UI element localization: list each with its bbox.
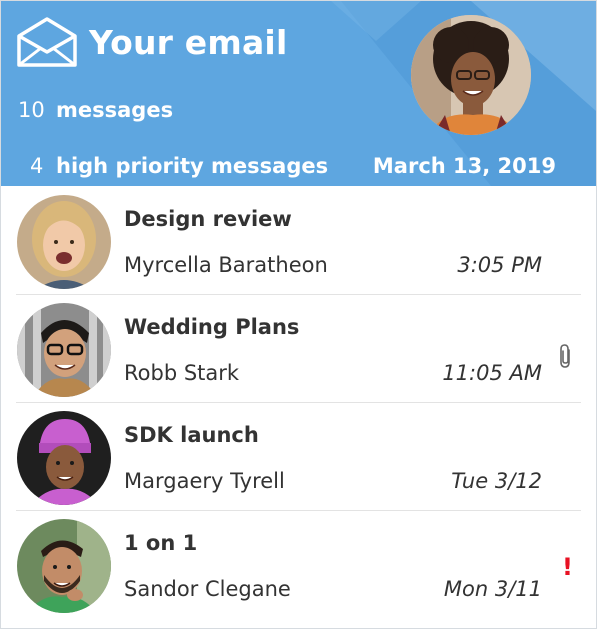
envelope-open-icon [17, 17, 77, 67]
email-card: Your email 10 messages 4 high priority m… [0, 0, 597, 629]
email-header: Your email 10 messages 4 high priority m… [1, 1, 596, 186]
email-item[interactable]: Wedding Plans Robb Stark 11:05 AM [1, 295, 596, 403]
email-sender: Myrcella Baratheon [124, 253, 328, 277]
email-subject: SDK launch [124, 423, 259, 447]
email-item[interactable]: Design review Myrcella Baratheon 3:05 PM [1, 187, 596, 295]
header-title: Your email [89, 23, 288, 62]
sender-avatar [17, 411, 111, 505]
message-count-label: messages [56, 98, 174, 122]
header-date: March 13, 2019 [372, 154, 556, 178]
email-sender: Robb Stark [124, 361, 240, 385]
high-importance-icon: ! [562, 553, 573, 581]
email-item[interactable]: SDK launch Margaery Tyrell Tue 3/12 [1, 403, 596, 511]
message-count: 10 [18, 98, 45, 122]
email-time: Mon 3/11 [443, 577, 542, 601]
email-list: Design review Myrcella Baratheon 3:05 PM [1, 187, 596, 619]
email-subject: 1 on 1 [124, 531, 198, 555]
sender-avatar [17, 519, 111, 613]
email-subject: Wedding Plans [124, 315, 300, 339]
sender-avatar [17, 195, 111, 289]
email-sender: Margaery Tyrell [124, 469, 285, 493]
priority-count: 4 [30, 154, 44, 178]
priority-count-label: high priority messages [56, 154, 329, 178]
email-item[interactable]: 1 on 1 Sandor Clegane Mon 3/11 ! [1, 511, 596, 619]
email-time: 3:05 PM [457, 253, 542, 277]
sender-avatar [17, 303, 111, 397]
email-subject: Design review [124, 207, 292, 231]
email-time: Tue 3/12 [451, 469, 542, 493]
email-time: 11:05 AM [442, 361, 542, 385]
email-sender: Sandor Clegane [124, 577, 291, 601]
user-avatar[interactable] [411, 15, 531, 135]
attachment-icon [560, 344, 570, 368]
